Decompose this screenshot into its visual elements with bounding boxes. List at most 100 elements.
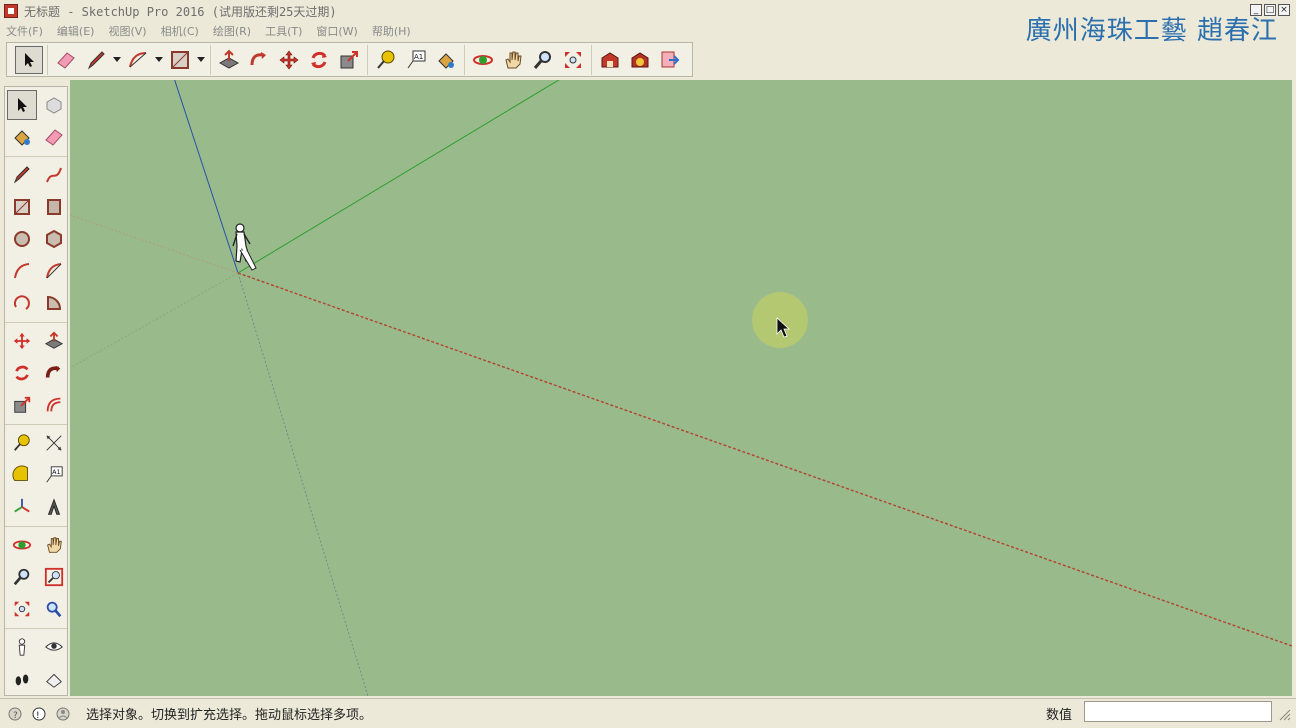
select-tool-button[interactable]: [15, 45, 43, 74]
restore-button[interactable]: □: [1264, 4, 1276, 16]
follow-me-tool-button[interactable]: [245, 46, 273, 74]
toolbar-group-select: [11, 44, 48, 75]
menu-file[interactable]: 文件(F): [6, 23, 43, 39]
freehand-icon: [46, 167, 62, 183]
sketchup-logo-icon: [4, 4, 18, 18]
left-circle-tool[interactable]: [7, 224, 37, 254]
rectangle-dropdown-arrow[interactable]: [196, 46, 206, 74]
drawing-viewport[interactable]: [70, 80, 1292, 696]
arc-icon: [129, 51, 147, 67]
svg-text:!: !: [36, 711, 40, 721]
measurements-input[interactable]: [1084, 701, 1272, 722]
move-icon: [279, 50, 299, 69]
pan-tool-button[interactable]: [499, 46, 527, 74]
left-walk-tool[interactable]: [7, 664, 37, 694]
left-component-tool[interactable]: [39, 90, 69, 120]
left-pie-tool[interactable]: [39, 288, 69, 318]
left-freehand-tool[interactable]: [39, 160, 69, 190]
minimize-button[interactable]: _: [1250, 4, 1262, 16]
arc-dropdown-arrow[interactable]: [154, 46, 164, 74]
user-account-icon[interactable]: [54, 705, 72, 723]
pencil-icon: [87, 50, 105, 69]
3d-warehouse-tool-button[interactable]: [596, 46, 624, 74]
pencil-icon: [13, 166, 30, 184]
geo-location-icon[interactable]: ?: [6, 705, 24, 723]
text-label-icon: A1: [46, 466, 63, 483]
green-axis-negative: [70, 272, 239, 369]
left-protractor-tool[interactable]: [7, 460, 37, 490]
menu-window[interactable]: 窗口(W): [316, 23, 357, 39]
component-icon: [46, 97, 62, 114]
eraser-tool-button[interactable]: [52, 46, 80, 74]
orbit-icon: [12, 540, 32, 550]
left-3d-text-tool[interactable]: [39, 492, 69, 522]
rotate-tool-button[interactable]: [305, 46, 333, 74]
left-axes-tool[interactable]: [7, 492, 37, 522]
left-look-around-tool[interactable]: [39, 632, 69, 662]
left-dimension-tool[interactable]: [39, 428, 69, 458]
extension-warehouse-tool-button[interactable]: [626, 46, 654, 74]
left-pan-tool[interactable]: [39, 530, 69, 560]
rectangle-tool-button[interactable]: [166, 46, 194, 74]
push-pull-tool-button[interactable]: [215, 46, 243, 74]
left-paint-bucket-tool[interactable]: [7, 122, 37, 152]
rotated-rectangle-icon: [47, 199, 61, 215]
menu-edit[interactable]: 编辑(E): [57, 23, 95, 39]
pie-icon: [47, 295, 62, 310]
left-rotate-tool[interactable]: [7, 358, 37, 388]
left-scale-tool[interactable]: [7, 390, 37, 420]
tape-measure-tool-button[interactable]: [372, 46, 400, 74]
credits-info-icon[interactable]: !: [30, 705, 48, 723]
zoom-extents-icon: [14, 601, 30, 617]
toolbar-group-camera: [465, 44, 592, 75]
axes-icon: [14, 498, 30, 513]
left-tape-measure-tool[interactable]: [7, 428, 37, 458]
left-follow-me-tool[interactable]: [39, 358, 69, 388]
menu-camera[interactable]: 相机(C): [161, 23, 199, 39]
left-previous-view-tool[interactable]: [39, 594, 69, 624]
close-button[interactable]: ×: [1278, 4, 1290, 16]
send-to-layout-tool-button[interactable]: [656, 46, 684, 74]
left-rotated-rectangle-tool[interactable]: [39, 192, 69, 222]
scale-tool-button[interactable]: [335, 46, 363, 74]
pencil-dropdown-arrow[interactable]: [112, 46, 122, 74]
left-two-point-arc-tool[interactable]: [39, 256, 69, 286]
paint-bucket-tool-button[interactable]: [432, 46, 460, 74]
left-zoom-extents-tool[interactable]: [7, 594, 37, 624]
eraser-icon: [57, 51, 75, 69]
toolbar-group-construction: A1: [368, 44, 465, 75]
move-icon: [13, 332, 31, 350]
left-three-point-arc-tool[interactable]: [7, 288, 37, 318]
pencil-tool-button[interactable]: [82, 46, 110, 74]
left-orbit-tool[interactable]: [7, 530, 37, 560]
left-zoom-window-tool[interactable]: [39, 562, 69, 592]
left-group-edit: [5, 323, 67, 425]
left-arc-tool[interactable]: [7, 256, 37, 286]
left-section-plane-tool[interactable]: [39, 664, 69, 694]
eye-icon: [45, 642, 63, 651]
zoom-tool-button[interactable]: [529, 46, 557, 74]
red-axis-negative: [70, 214, 239, 274]
left-text-tool[interactable]: A1: [39, 460, 69, 490]
left-position-camera-tool[interactable]: [7, 632, 37, 662]
menu-view[interactable]: 视图(V): [108, 23, 146, 39]
left-offset-tool[interactable]: [39, 390, 69, 420]
menu-bar: 文件(F) 编辑(E) 视图(V) 相机(C) 绘图(R) 工具(T) 窗口(W…: [0, 22, 425, 40]
menu-tools[interactable]: 工具(T): [265, 23, 302, 39]
arc-tool-button[interactable]: [124, 46, 152, 74]
left-zoom-tool[interactable]: [7, 562, 37, 592]
left-polygon-tool[interactable]: [39, 224, 69, 254]
left-rectangle-tool[interactable]: [7, 192, 37, 222]
zoom-extents-tool-button[interactable]: [559, 46, 587, 74]
move-tool-button[interactable]: [275, 46, 303, 74]
orbit-tool-button[interactable]: [469, 46, 497, 74]
menu-draw[interactable]: 绘图(R): [213, 23, 251, 39]
left-move-tool[interactable]: [7, 326, 37, 356]
menu-help[interactable]: 帮助(H): [372, 23, 411, 39]
text-tool-button[interactable]: A1: [402, 46, 430, 74]
left-select-tool[interactable]: [7, 90, 37, 120]
left-push-pull-tool[interactable]: [39, 326, 69, 356]
left-eraser-tool[interactable]: [39, 122, 69, 152]
left-line-tool[interactable]: [7, 160, 37, 190]
resize-grip-icon[interactable]: [1276, 706, 1292, 722]
